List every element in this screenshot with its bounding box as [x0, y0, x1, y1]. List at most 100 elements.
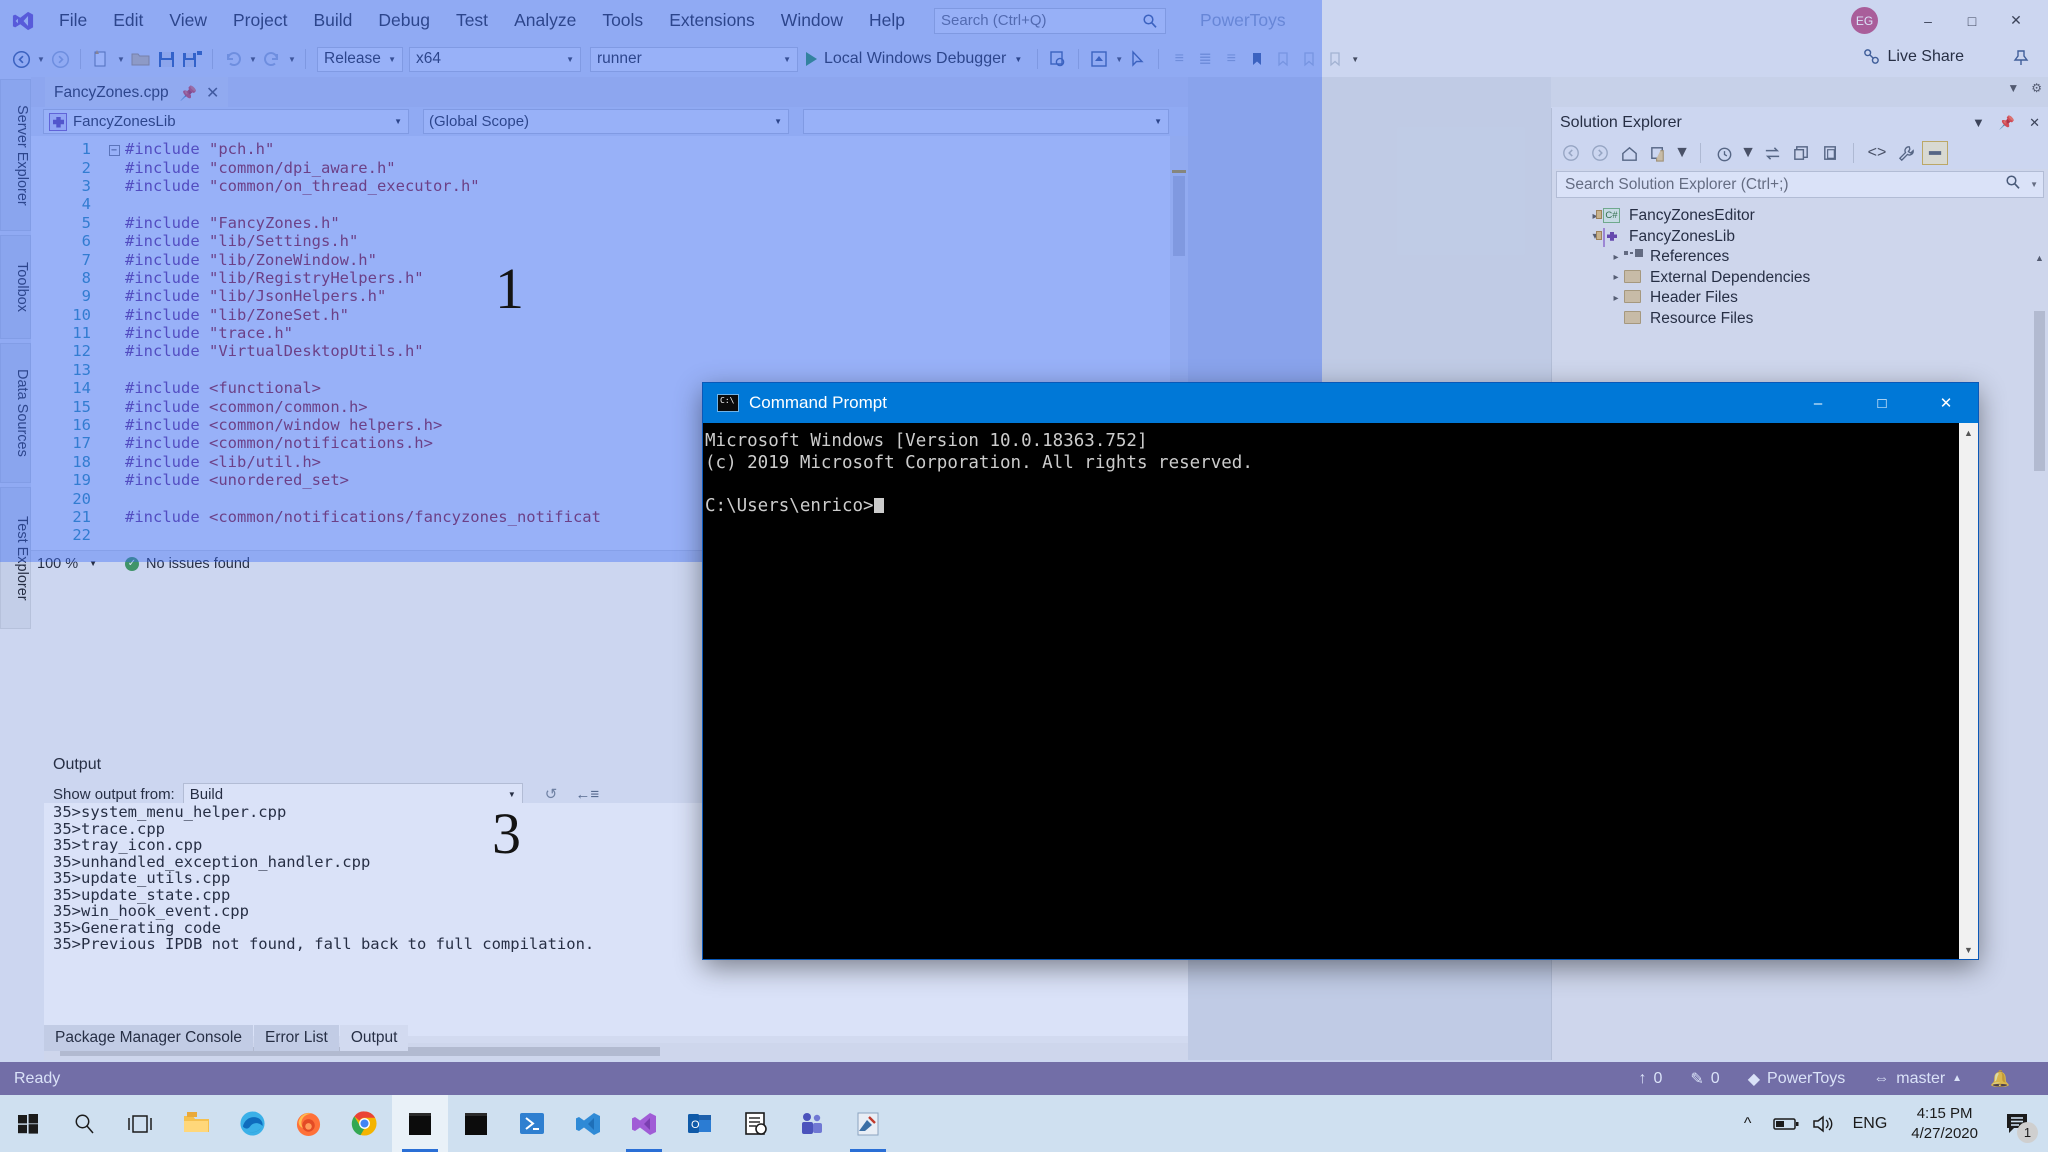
code-line[interactable]: 2 #include "common/dpi_aware.h"	[31, 158, 1188, 177]
cmd-scroll-up-icon[interactable]: ▲	[1959, 423, 1978, 442]
undo-icon[interactable]	[220, 46, 246, 72]
code-line[interactable]: 1 − #include "pch.h"	[31, 140, 1188, 158]
show-hidden-icons-icon[interactable]: ^	[1729, 1095, 1767, 1152]
code-line[interactable]: 9 #include "lib/JsonHelpers.h"	[31, 287, 1188, 305]
undo-caret-icon[interactable]: ▼	[247, 55, 259, 64]
start-button[interactable]	[0, 1095, 56, 1152]
microsoft-edge-icon[interactable]	[224, 1095, 280, 1152]
code-line[interactable]: 8 #include "lib/RegistryHelpers.h"	[31, 269, 1188, 287]
cmd-close-button[interactable]: ✕	[1914, 383, 1978, 423]
search-icon[interactable]	[56, 1095, 112, 1152]
menu-test[interactable]: Test	[443, 0, 501, 41]
powershell-icon[interactable]	[504, 1095, 560, 1152]
vertical-tab-test-explorer[interactable]: Test Explorer	[0, 487, 31, 629]
command-prompt-output[interactable]: Microsoft Windows [Version 10.0.18363.75…	[703, 423, 1959, 959]
previous-bookmark-icon[interactable]	[1270, 46, 1296, 72]
menu-file[interactable]: File	[46, 0, 100, 41]
dock-tab-error-list[interactable]: Error List	[253, 1025, 339, 1051]
action-center-icon[interactable]: 1	[1992, 1095, 2044, 1152]
filter-caret-icon[interactable]: ▼	[1740, 141, 1756, 165]
solution-explorer-item[interactable]: ▸ References	[1552, 247, 2048, 268]
code-line[interactable]: 13	[31, 361, 1188, 379]
avatar[interactable]: EG	[1851, 7, 1878, 34]
language-indicator[interactable]: ENG	[1843, 1115, 1898, 1133]
pin-tab-icon[interactable]: 📌	[180, 85, 197, 102]
menu-build[interactable]: Build	[300, 0, 365, 41]
startup-project-combo[interactable]: runner ▼	[590, 46, 798, 72]
comment-icon[interactable]: ≡	[1218, 46, 1244, 72]
save-icon[interactable]	[153, 46, 179, 72]
firefox-icon[interactable]	[280, 1095, 336, 1152]
repository-indicator[interactable]: ◆ PowerToys	[1738, 1069, 1856, 1089]
chevron-right-icon[interactable]: ▸	[1608, 252, 1624, 263]
tab-overflow-icon[interactable]: ▼	[2007, 81, 2019, 95]
clock[interactable]: 4:15 PM 4/27/2020	[1897, 1104, 1992, 1144]
solution-platform-combo[interactable]: x64 ▼	[409, 46, 581, 72]
panel-menu-icon[interactable]: ▼	[1972, 115, 1985, 130]
indent-icon[interactable]: ≡	[1166, 46, 1192, 72]
outlook-icon[interactable]: O	[672, 1095, 728, 1152]
menu-analyze[interactable]: Analyze	[501, 0, 589, 41]
menu-edit[interactable]: Edit	[100, 0, 156, 41]
code-line[interactable]: 3 #include "common/on_thread_executor.h"	[31, 177, 1188, 195]
command-prompt-icon[interactable]	[392, 1095, 448, 1152]
member-scope-combo[interactable]: (Global Scope) ▼	[423, 109, 789, 134]
command-prompt-title-bar[interactable]: Command Prompt – □ ✕	[703, 383, 1978, 423]
toolbar-overflow-caret-icon[interactable]: ▼	[1349, 55, 1361, 64]
live-preview-caret-icon[interactable]: ▼	[1113, 55, 1125, 64]
command-prompt-window[interactable]: Command Prompt – □ ✕ Microsoft Windows […	[703, 383, 1978, 959]
menu-debug[interactable]: Debug	[365, 0, 443, 41]
menu-window[interactable]: Window	[768, 0, 856, 41]
properties-icon[interactable]	[1893, 141, 1919, 165]
solution-explorer-item[interactable]: ▸ C# FancyZonesEditor	[1552, 206, 2048, 227]
live-preview-icon[interactable]	[1086, 46, 1112, 72]
open-file-icon[interactable]	[127, 46, 153, 72]
paint-icon[interactable]	[840, 1095, 896, 1152]
editor-zoom-combo[interactable]: 100 % ▼	[31, 551, 103, 577]
solution-explorer-item[interactable]: ▸ Header Files	[1552, 288, 2048, 309]
navigate-forward-icon[interactable]	[47, 46, 73, 72]
close-tab-icon[interactable]: ✕	[206, 83, 219, 103]
save-all-icon[interactable]	[179, 46, 205, 72]
cmd-maximize-button[interactable]: □	[1850, 383, 1914, 423]
volume-icon[interactable]	[1805, 1095, 1843, 1152]
navigate-backward-caret-icon[interactable]: ▼	[35, 55, 47, 64]
toggle-word-wrap-icon[interactable]: ←≡	[575, 786, 599, 803]
teams-icon[interactable]	[784, 1095, 840, 1152]
solution-configuration-combo[interactable]: Release ▼	[317, 46, 403, 72]
maximize-button[interactable]: □	[1950, 0, 1994, 41]
collapse-all-icon[interactable]	[1788, 141, 1814, 165]
vertical-tab-data-sources[interactable]: Data Sources	[0, 343, 31, 483]
code-line[interactable]: 12 #include "VirtualDesktopUtils.h"	[31, 342, 1188, 360]
home-icon[interactable]	[1616, 141, 1642, 165]
outdent-icon[interactable]: ≣	[1192, 46, 1218, 72]
editor-scroll-thumb[interactable]	[1173, 176, 1185, 256]
solution-explorer-item[interactable]: Resource Files	[1552, 309, 2048, 330]
menu-project[interactable]: Project	[220, 0, 300, 41]
pending-changes-indicator[interactable]: ↑ 0	[1628, 1070, 1672, 1088]
vscode-icon[interactable]	[560, 1095, 616, 1152]
forward-icon[interactable]	[1587, 141, 1613, 165]
quick-search-box[interactable]: Search (Ctrl+Q)	[934, 7, 1167, 34]
branch-indicator[interactable]: ⇔ master ▲	[1863, 1070, 1972, 1088]
dock-tab-package-manager-console[interactable]: Package Manager Console	[44, 1025, 253, 1051]
code-line[interactable]: 4	[31, 195, 1188, 213]
menu-tools[interactable]: Tools	[589, 0, 656, 41]
start-debugging-button[interactable]: Local Windows Debugger ▼	[798, 50, 1030, 68]
cmd-minimize-button[interactable]: –	[1786, 383, 1850, 423]
chevron-right-icon[interactable]: ▸	[1608, 293, 1624, 304]
menu-help[interactable]: Help	[856, 0, 918, 41]
view-code-icon[interactable]: <>	[1864, 141, 1890, 165]
refresh-icon[interactable]	[1759, 141, 1785, 165]
live-share-button[interactable]: Live Share	[1862, 47, 1964, 66]
visual-studio-icon[interactable]	[616, 1095, 672, 1152]
solution-explorer-search-input[interactable]: Search Solution Explorer (Ctrl+;) ▼	[1556, 171, 2044, 198]
pin-panel-icon[interactable]: 📌	[1999, 115, 2015, 131]
notifications-indicator[interactable]: 🔔	[1980, 1069, 2020, 1089]
menu-view[interactable]: View	[156, 0, 220, 41]
attach-to-process-icon[interactable]	[1045, 46, 1071, 72]
code-line[interactable]: 5 #include "FancyZones.h"	[31, 214, 1188, 232]
new-project-caret-icon[interactable]: ▼	[115, 55, 127, 64]
menu-extensions[interactable]: Extensions	[656, 0, 768, 41]
tab-settings-icon[interactable]: ⚙	[2031, 81, 2042, 95]
